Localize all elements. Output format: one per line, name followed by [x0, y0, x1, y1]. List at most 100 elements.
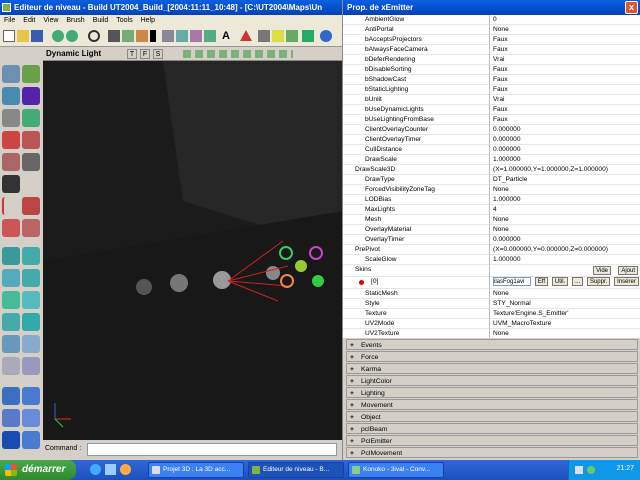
spiral-stair-brush-icon[interactable] — [2, 291, 20, 309]
category-force[interactable]: + Force — [346, 351, 638, 362]
tetrahedron-brush-icon[interactable] — [22, 291, 40, 309]
property-row[interactable]: DrawType DT_Particle — [343, 175, 640, 185]
property-row[interactable]: OverlayMaterial None — [343, 225, 640, 235]
property-value[interactable]: 1.000000 — [491, 155, 640, 165]
terrain-brush-icon[interactable] — [22, 335, 40, 353]
new-file-icon[interactable] — [3, 30, 15, 42]
property-value[interactable]: 0 — [491, 15, 640, 25]
curved-stair-brush-icon[interactable] — [22, 269, 40, 287]
texture-browser-icon[interactable] — [136, 30, 148, 42]
property-value[interactable]: (X=0.000000,Y=0.000000,Z=0.000000) — [491, 245, 640, 255]
property-row[interactable]: bUnlit Vrai — [343, 95, 640, 105]
add-mover-icon[interactable] — [2, 431, 20, 449]
rebuild-icon[interactable] — [258, 30, 270, 42]
static-mesh-icon[interactable] — [204, 30, 216, 42]
category-events[interactable]: + Events — [346, 339, 638, 350]
deintersect-brush-icon[interactable] — [22, 409, 40, 427]
property-value[interactable]: Faux — [491, 105, 640, 115]
property-row[interactable]: CullDistance 0.000000 — [343, 145, 640, 155]
skin-clear-button[interactable]: Eff — [534, 277, 549, 286]
property-value[interactable]: None — [491, 25, 640, 35]
movie-tool-icon[interactable] — [2, 175, 20, 193]
property-value[interactable]: None — [491, 225, 640, 235]
category-lightcolor[interactable]: + LightColor — [346, 375, 638, 386]
property-value[interactable]: 0.000000 — [491, 135, 640, 145]
property-value[interactable]: 4 — [491, 205, 640, 215]
property-value[interactable]: Faux — [491, 85, 640, 95]
property-row[interactable]: ForcedVisibilityZoneTag None — [343, 185, 640, 195]
property-value[interactable]: Texture'Engine.S_Emitter' — [491, 309, 640, 319]
property-row[interactable]: ClientOverlayCounter 0.000000 — [343, 125, 640, 135]
property-row[interactable]: bDisableSorting Faux — [343, 65, 640, 75]
path-tool-icon[interactable] — [22, 197, 40, 215]
subtract-brush-icon[interactable] — [22, 387, 40, 405]
clock[interactable]: 21:27 — [616, 465, 634, 472]
property-value[interactable]: None — [491, 329, 640, 338]
3d-viewport[interactable]: Dynamic Light T F S — [43, 47, 343, 440]
menu-tools[interactable]: Tools — [112, 15, 136, 27]
menu-brush[interactable]: Brush — [62, 15, 88, 27]
property-row[interactable]: bAcceptsProjectors Faux — [343, 35, 640, 45]
add-special-icon[interactable] — [22, 431, 40, 449]
actor-browser-icon[interactable] — [108, 30, 120, 42]
skins-add-button[interactable]: Ajout — [618, 266, 638, 275]
property-value[interactable]: (X=1.000000,Y=1.000000,Z=1.000000) — [491, 165, 640, 175]
menu-file[interactable]: File — [0, 15, 19, 27]
brush-clip-tool-icon[interactable] — [2, 131, 20, 149]
property-row[interactable]: DrawScale 1.000000 — [343, 155, 640, 165]
menu-help[interactable]: Help — [137, 15, 159, 27]
property-value[interactable]: Vrai — [491, 95, 640, 105]
open-folder-icon[interactable] — [17, 30, 29, 42]
stair-brush-icon[interactable] — [22, 247, 40, 265]
texture-pan-tool-icon[interactable] — [2, 109, 20, 127]
property-value[interactable]: 1.000000 — [491, 255, 640, 265]
property-value[interactable]: Faux — [491, 115, 640, 125]
property-row[interactable]: DrawScale3D (X=1.000000,Y=1.000000,Z=1.00… — [343, 165, 640, 175]
menu-build[interactable]: Build — [89, 15, 113, 27]
matinee-tool-icon[interactable] — [22, 153, 40, 171]
menu-edit[interactable]: Edit — [19, 15, 39, 27]
property-value[interactable]: STY_Normal — [491, 299, 640, 309]
property-value[interactable]: None — [491, 289, 640, 299]
cylinder-alt-brush-icon[interactable] — [22, 357, 40, 375]
show-desktop-icon[interactable] — [105, 464, 116, 475]
rotate-tool-icon[interactable] — [22, 87, 40, 105]
property-row[interactable]: UV2Texture None — [343, 329, 640, 338]
property-row[interactable]: StaticMesh None — [343, 289, 640, 299]
build-paths-icon[interactable] — [286, 30, 298, 42]
messenger-tray-icon[interactable] — [587, 466, 595, 474]
music-icon[interactable] — [150, 30, 156, 42]
viewport-mode-f[interactable]: F — [140, 49, 150, 59]
property-row[interactable]: ClientOverlayTimer 0.000000 — [343, 135, 640, 145]
skins-row[interactable]: Skins Vide Ajout — [343, 265, 640, 277]
cube-brush-icon[interactable] — [2, 247, 20, 265]
property-value[interactable]: None — [491, 185, 640, 195]
property-row[interactable]: LODBias 1.000000 — [343, 195, 640, 205]
property-value[interactable]: 0.000000 — [491, 125, 640, 135]
property-row[interactable]: Mesh None — [343, 215, 640, 225]
category-pclbeam[interactable]: + pclBeam — [346, 423, 638, 434]
save-icon[interactable] — [31, 30, 43, 42]
property-row[interactable]: AmbientGlow 0 — [343, 15, 640, 25]
property-row[interactable]: Texture Texture'Engine.S_Emitter' — [343, 309, 640, 319]
rotate-brush-icon[interactable] — [2, 219, 20, 237]
redo-icon[interactable] — [66, 30, 78, 42]
property-row[interactable]: bUseDynamicLights Faux — [343, 105, 640, 115]
volumetric-brush-icon[interactable] — [2, 335, 20, 353]
property-value[interactable]: None — [491, 215, 640, 225]
category-lighting[interactable]: + Lighting — [346, 387, 638, 398]
skin-item-row[interactable]: [0] ilasFog1avi Eff Util. ... Suppr. Ins… — [343, 277, 640, 289]
font-icon[interactable]: A — [220, 30, 232, 42]
taskbar-item[interactable]: Projet 3D : La 3D acc... — [148, 462, 244, 478]
skin-texture-input[interactable]: ilasFog1avi — [493, 277, 531, 286]
texture-rotate-tool-icon[interactable] — [22, 109, 40, 127]
property-row[interactable]: ScaleGlow 1.000000 — [343, 255, 640, 265]
skin-browse-button[interactable]: ... — [572, 277, 584, 286]
skin-delete-button[interactable]: Suppr. — [586, 277, 611, 286]
command-input[interactable] — [87, 443, 337, 456]
property-row[interactable]: bDeferRendering Vrai — [343, 55, 640, 65]
taskbar-item[interactable]: Konoko - 3ival - Conv... — [348, 462, 444, 478]
network-icon[interactable] — [575, 466, 583, 474]
category-movement[interactable]: + Movement — [346, 399, 638, 410]
start-button[interactable]: démarrer — [0, 460, 76, 480]
